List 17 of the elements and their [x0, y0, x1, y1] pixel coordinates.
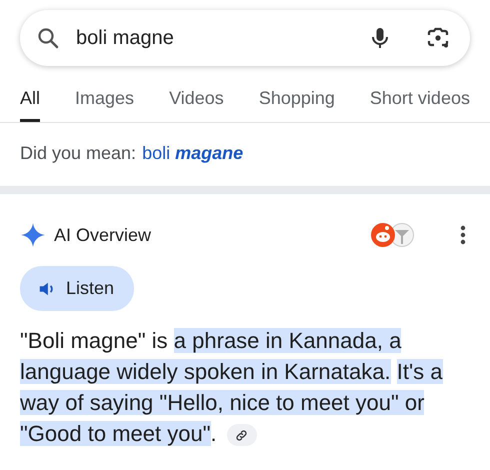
tab[interactable]: Shopping [258, 82, 335, 122]
sparkle-icon [20, 222, 46, 248]
source-icons[interactable] [370, 222, 416, 248]
tab[interactable]: Videos [169, 82, 224, 122]
link-button[interactable] [226, 424, 257, 446]
listen-button[interactable]: Listen [20, 266, 134, 311]
suggestion-link[interactable]: boli magane [142, 143, 244, 164]
link-icon [235, 428, 248, 442]
tab[interactable]: Short videos [370, 82, 470, 122]
tab[interactable]: Images [75, 82, 134, 122]
search-field[interactable]: boli magne [74, 26, 354, 50]
search-icon [36, 26, 60, 50]
did-you-mean-label: Did you mean: [20, 143, 136, 164]
more-options-icon[interactable] [460, 225, 466, 245]
overview-paragraph: "Boli magne" is a phrase in Kannada, a language widely spoken in Karnataka. It's a way of saying "Hello, nice to meet you" or "Good to meet you". [20, 327, 444, 448]
ai-overview-title: AI Overview [54, 224, 152, 246]
camera-icon[interactable] [426, 26, 450, 50]
